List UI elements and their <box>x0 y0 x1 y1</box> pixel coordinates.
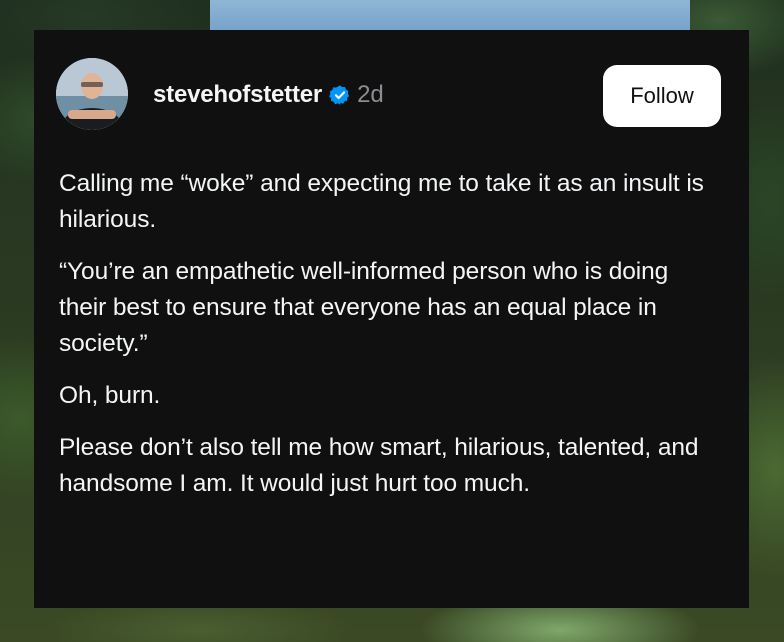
post-timestamp: 2d <box>357 81 384 108</box>
post-paragraph: Please don’t also tell me how smart, hil… <box>59 434 699 497</box>
post-paragraph: “You’re an empathetic well-informed pers… <box>59 258 669 357</box>
avatar-image <box>56 58 128 130</box>
follow-button[interactable]: Follow <box>603 65 721 127</box>
post-body: Calling me “woke” and expecting me to ta… <box>59 166 719 518</box>
avatar[interactable] <box>56 58 128 130</box>
username[interactable]: stevehofstetter <box>153 81 322 109</box>
post-header: stevehofstetter 2d Follow <box>56 58 721 130</box>
post-card: stevehofstetter 2d Follow Calling me “wo… <box>34 30 749 608</box>
post-paragraph: Oh, burn. <box>59 382 161 409</box>
username-row: stevehofstetter 2d <box>153 78 384 112</box>
post-paragraph: Calling me “woke” and expecting me to ta… <box>59 170 704 233</box>
verified-badge-icon <box>329 84 351 106</box>
